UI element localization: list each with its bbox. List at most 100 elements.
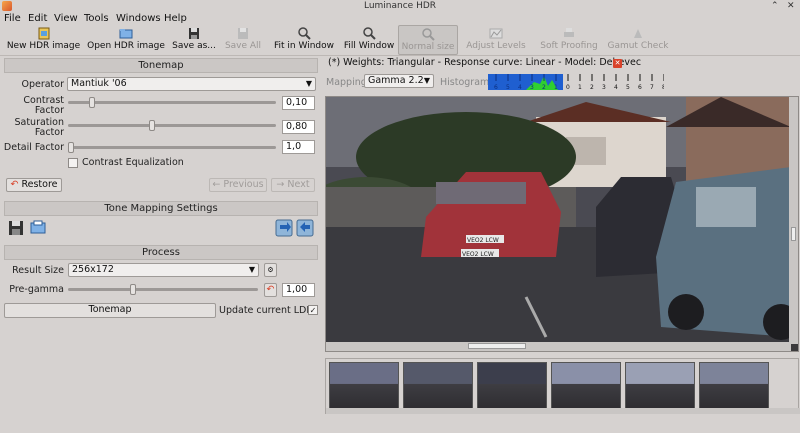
result-size-label: Result Size [12,265,64,276]
saturation-label-2: Factor [34,127,64,138]
preview-thumbnail[interactable] [403,362,473,410]
printer-icon [564,28,574,37]
image-tab[interactable]: (*) Weights: Triangular - Response curve… [324,56,800,70]
histogram-tick-label: 6 [494,84,498,90]
next-button[interactable]: → Next [271,178,315,192]
contrast-spinbox[interactable]: 0,10 [282,96,315,110]
new-hdr-icon [38,27,49,40]
chevron-down-icon: ▼ [305,79,312,88]
save-as-button[interactable]: Save as... [171,25,217,55]
previous-button[interactable]: ← Previous [209,178,267,192]
hdr-preview-image: VEO2 LCW VEO2 LCW [326,97,791,344]
histogram-tick-label: 1 [554,84,558,90]
pregamma-slider[interactable] [68,288,258,291]
size-info-button[interactable]: ⚙ [264,263,277,277]
soft-proofing-label: Soft Proofing [540,41,598,51]
preview-thumbnail[interactable] [551,362,621,410]
preview-scrollbar[interactable] [326,408,800,414]
fill-window-button[interactable]: Fill Window [341,25,397,55]
back-arrow-icon: ← [212,179,221,190]
chevron-down-icon: ▼ [248,265,255,274]
normal-size-button[interactable]: Normal size [398,25,458,55]
tonemap-panel: Tonemap Operator Mantiuk '06 ▼ Contrast … [0,56,322,433]
undo-icon: ↶ [10,179,19,190]
contrast-eq-label: Contrast Equalization [82,157,184,168]
minimize-icon[interactable]: ⌃ [771,1,779,11]
contrast-eq-checkbox[interactable] [68,158,78,168]
hscroll-handle[interactable] [468,343,526,349]
histogram-tick-label: 3 [530,84,534,90]
floppy-icon [189,28,199,39]
gear-icon: ⚙ [267,266,274,274]
preview-thumbnail[interactable] [329,362,399,410]
fit-window-label: Fit in Window [274,41,334,51]
histogram-tick-label: 2 [590,84,594,90]
open-hdr-label: Open HDR image [87,41,165,51]
histogram-tick-label: 7 [650,84,654,90]
close-tab-icon[interactable]: ✕ [613,59,622,68]
process-header: Process [4,245,318,260]
restore-label: Restore [21,179,58,190]
menu-windows[interactable]: Windows [116,13,161,24]
histogram-tick-label: 6 [638,84,642,90]
vscroll-handle[interactable] [791,227,796,241]
chevron-down-icon: ▼ [423,76,430,85]
normal-size-label: Normal size [401,42,455,52]
save-all-button[interactable]: Save All [222,25,264,55]
export-settings-icon[interactable] [296,219,314,237]
new-hdr-button[interactable]: New HDR image [6,25,81,55]
plate-text-1: VEO2 LCW [467,237,499,244]
preview-strip [325,358,800,414]
close-window-icon[interactable]: ✕ [787,1,795,11]
saturation-slider-handle[interactable] [149,120,155,131]
open-hdr-button[interactable]: Open HDR image [86,25,166,55]
load-settings-icon[interactable] [29,219,47,237]
reset-gamma-button[interactable]: ↶ [264,283,277,297]
horizontal-scrollbar[interactable] [326,342,791,351]
import-settings-icon[interactable] [275,219,293,237]
forward-arrow-icon: → [276,179,285,190]
gamut-icon [634,29,642,38]
menu-tools[interactable]: Tools [84,13,109,24]
save-all-label: Save All [224,41,262,51]
operator-value: Mantiuk '06 [71,78,127,89]
preview-thumbnail[interactable] [477,362,547,410]
menu-view[interactable]: View [54,13,78,24]
menu-help[interactable]: Help [164,13,187,24]
detail-spinbox[interactable]: 1,0 [282,140,315,154]
restore-button[interactable]: ↶ Restore [6,178,62,192]
viewer-panel: (*) Weights: Triangular - Response curve… [324,56,800,433]
operator-select[interactable]: Mantiuk '06 ▼ [67,77,316,91]
update-ldr-checkbox[interactable]: ✓ [308,305,318,315]
histogram-tick-label: 3 [602,84,606,90]
gamut-check-button[interactable]: Gamut Check [606,25,670,55]
tonemap-button[interactable]: Tonemap [4,303,216,318]
detail-slider[interactable] [68,146,276,149]
preview-thumbnail[interactable] [625,362,695,410]
histogram-widget[interactable]: 6 5 4 3 2 1 0 1 2 3 4 5 6 7 8 [488,74,664,90]
mapping-select[interactable]: Gamma 2.2 ▼ [364,74,434,88]
vertical-scrollbar[interactable] [789,97,798,344]
result-size-select[interactable]: 256x172 ▼ [68,263,259,277]
save-as-label: Save as... [172,41,216,51]
menu-edit[interactable]: Edit [28,13,47,24]
fit-window-button[interactable]: Fit in Window [272,25,336,55]
preview-thumbnail[interactable] [699,362,769,410]
saturation-slider[interactable] [68,124,276,127]
saturation-spinbox[interactable]: 0,80 [282,120,315,134]
image-viewer[interactable]: VEO2 LCW VEO2 LCW [325,96,799,352]
detail-label: Detail Factor [3,142,64,153]
pregamma-slider-handle[interactable] [130,284,136,295]
save-all-icon [238,28,248,39]
fill-window-label: Fill Window [343,41,395,51]
menu-file[interactable]: File [4,13,21,24]
pregamma-spinbox[interactable]: 1,00 [282,283,315,297]
contrast-slider[interactable] [68,101,276,104]
contrast-slider-handle[interactable] [89,97,95,108]
soft-proofing-button[interactable]: Soft Proofing [537,25,601,55]
update-ldr-label: Update current LDR [219,305,313,316]
adjust-levels-button[interactable]: Adjust Levels [464,25,528,55]
detail-slider-handle[interactable] [68,142,74,153]
save-settings-icon[interactable] [7,219,25,237]
histogram-tick-label: 4 [614,84,618,90]
